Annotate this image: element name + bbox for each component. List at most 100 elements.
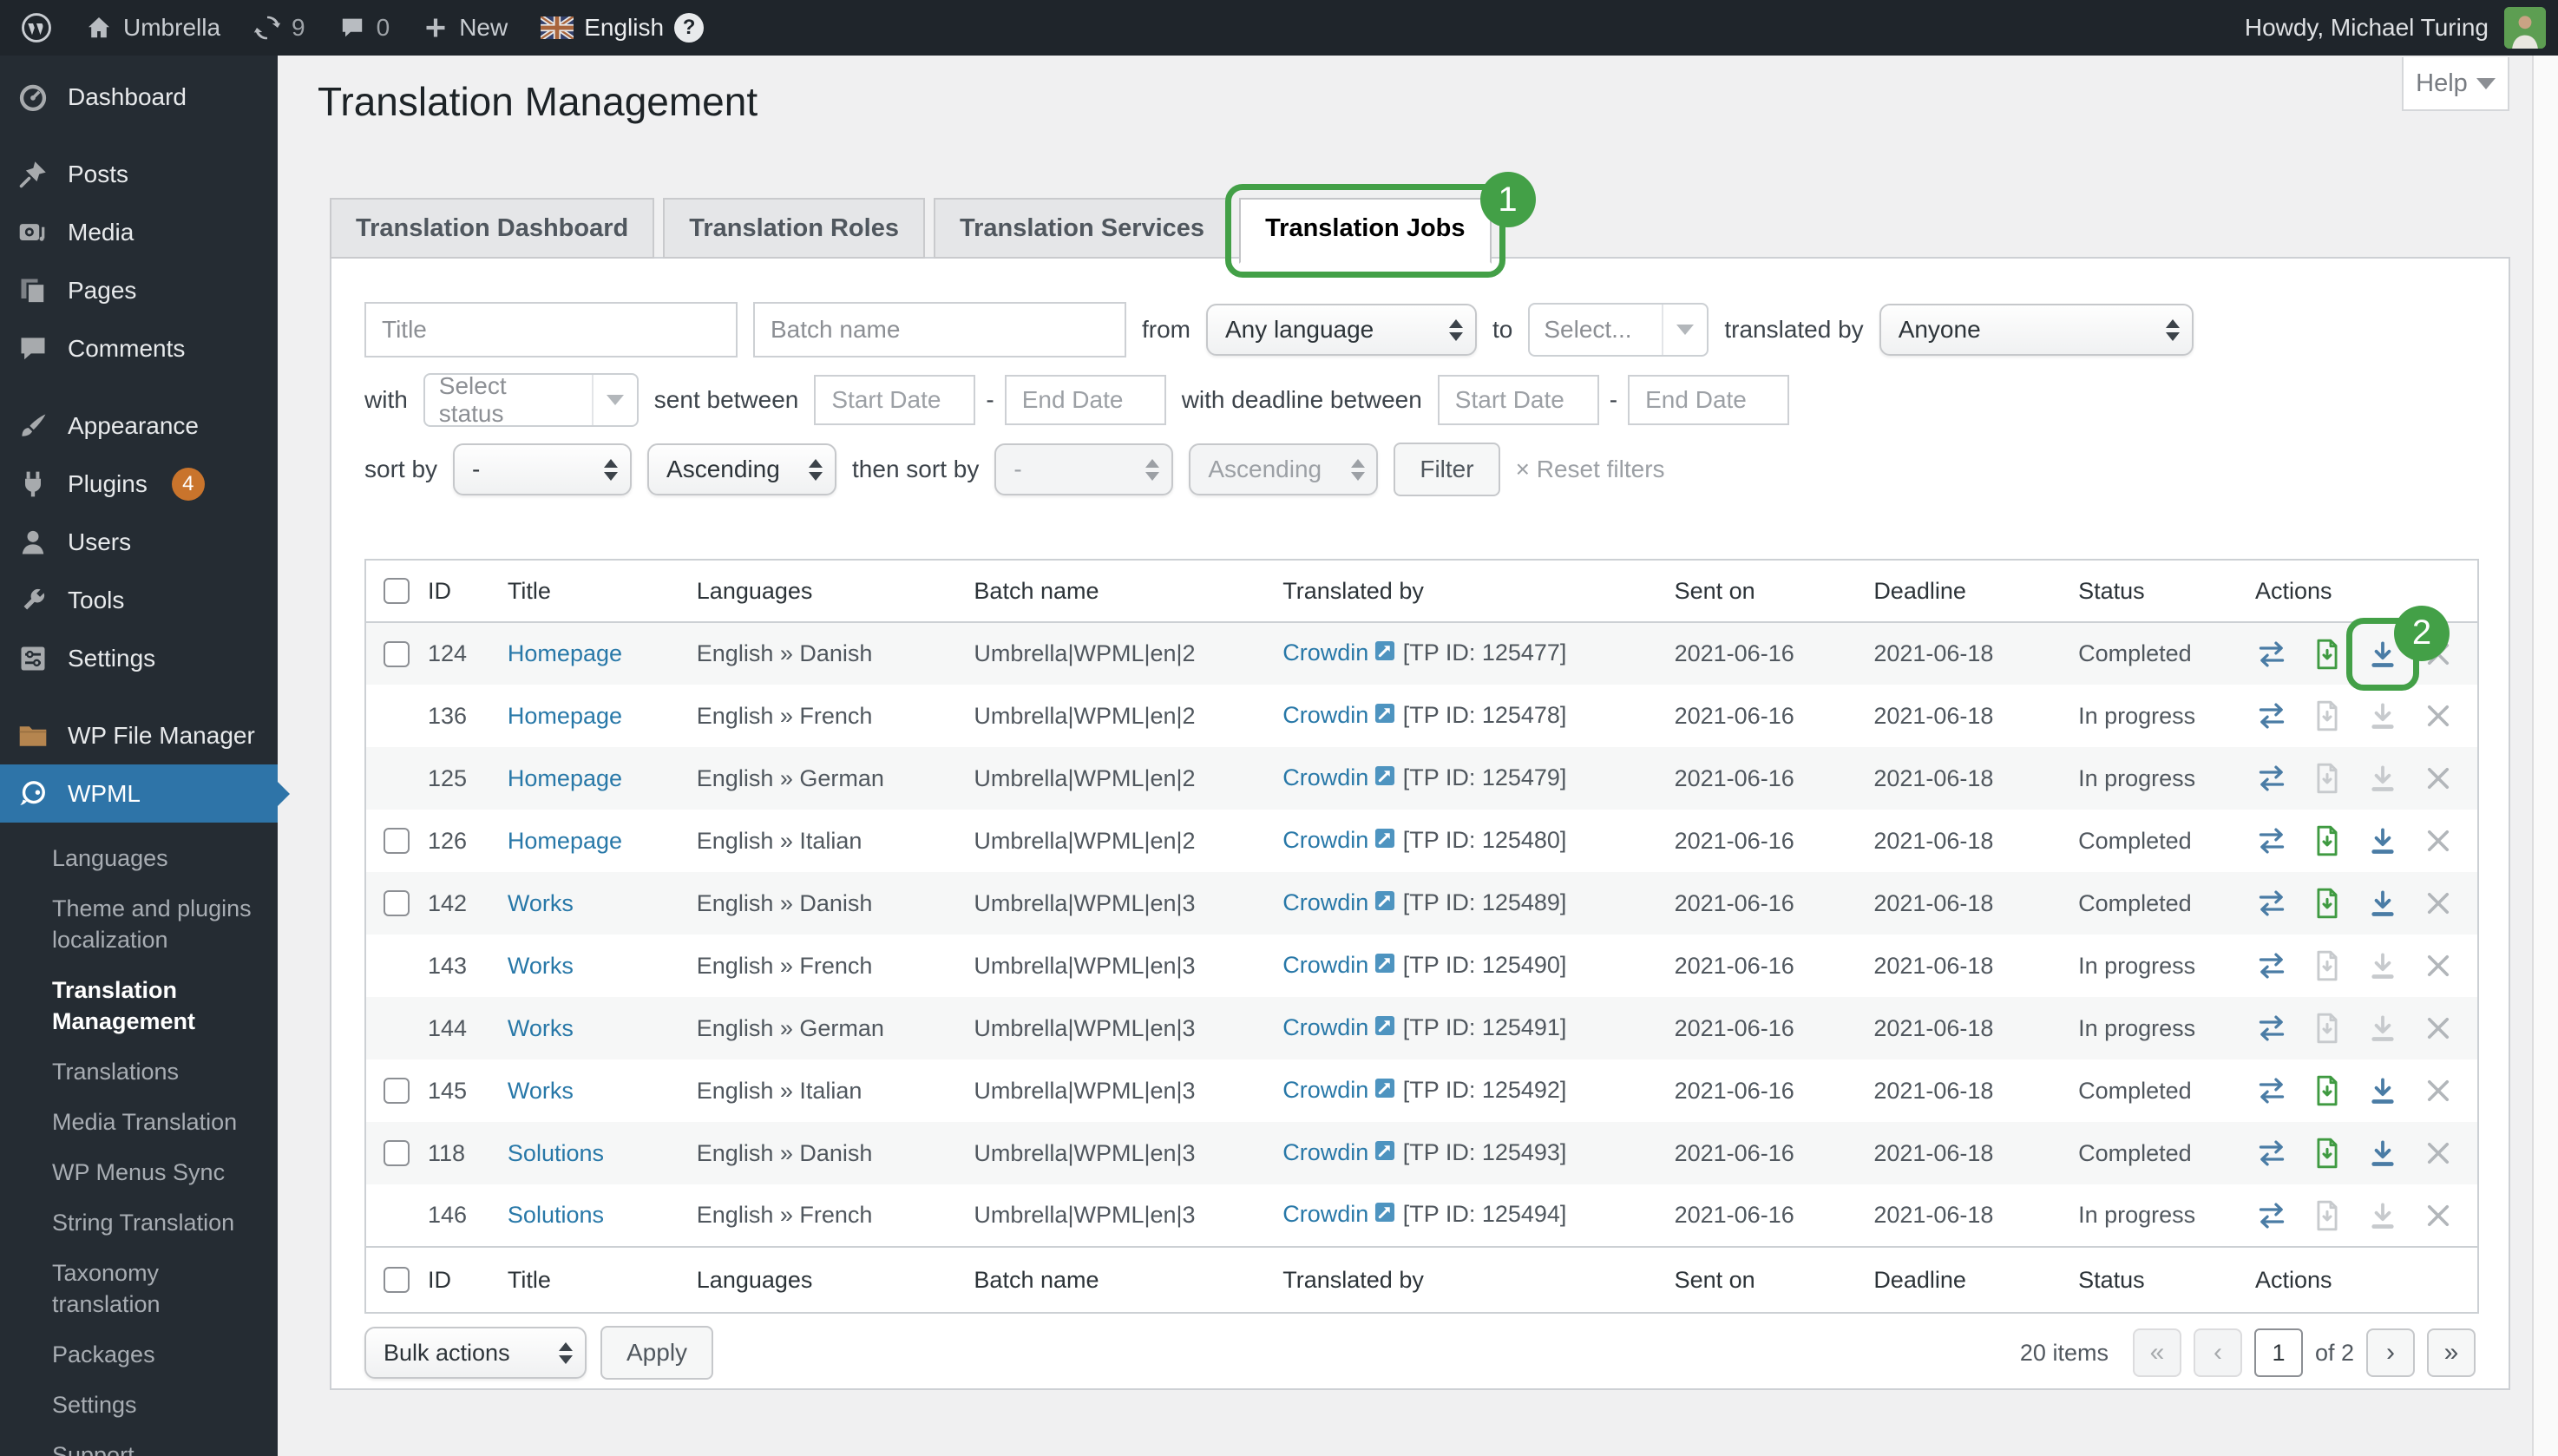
row-title-link[interactable]: Solutions xyxy=(508,1202,604,1228)
title-filter-input[interactable]: Title xyxy=(364,302,738,357)
view-translation-icon[interactable] xyxy=(2311,699,2344,732)
download-translation-icon[interactable] xyxy=(2366,949,2399,982)
tab-translation-services[interactable]: Translation Services xyxy=(934,198,1230,259)
cancel-job-icon[interactable] xyxy=(2422,1012,2455,1045)
download-translation-icon[interactable] xyxy=(2366,1074,2399,1107)
sent-end-date-input[interactable]: End Date xyxy=(1005,375,1166,425)
submenu-item-support[interactable]: Support xyxy=(52,1430,257,1456)
translator-link[interactable]: Crowdin xyxy=(1282,639,1368,666)
then-sort-by-select[interactable]: - xyxy=(994,443,1173,495)
next-page-button[interactable]: › xyxy=(2366,1328,2415,1377)
sidebar-item-comments[interactable]: Comments xyxy=(0,319,278,377)
row-title-link[interactable]: Solutions xyxy=(508,1140,604,1166)
translator-link[interactable]: Crowdin xyxy=(1282,1077,1368,1103)
download-translation-icon[interactable] xyxy=(2366,638,2399,671)
sort-by-select[interactable]: - xyxy=(453,443,632,495)
translator-link[interactable]: Crowdin xyxy=(1282,1014,1368,1040)
cancel-job-icon[interactable] xyxy=(2422,1137,2455,1170)
sent-start-date-input[interactable]: Start Date xyxy=(814,375,975,425)
view-translation-icon[interactable] xyxy=(2311,1074,2344,1107)
sync-job-icon[interactable] xyxy=(2255,699,2288,732)
sidebar-item-pages[interactable]: Pages xyxy=(0,261,278,319)
submenu-item-string-translation[interactable]: String Translation xyxy=(52,1197,257,1248)
sidebar-item-plugins[interactable]: Plugins4 xyxy=(0,455,278,513)
avatar[interactable] xyxy=(2504,7,2546,49)
tab-translation-jobs[interactable]: Translation Jobs xyxy=(1239,198,1491,264)
submenu-item-settings[interactable]: Settings xyxy=(52,1380,257,1430)
select-all-checkbox[interactable] xyxy=(384,1267,410,1293)
view-translation-icon[interactable] xyxy=(2311,824,2344,857)
sync-job-icon[interactable] xyxy=(2255,1199,2288,1232)
row-title-link[interactable]: Works xyxy=(508,890,574,916)
translator-link[interactable]: Crowdin xyxy=(1282,1139,1368,1165)
sync-job-icon[interactable] xyxy=(2255,824,2288,857)
comments-menu[interactable]: 0 xyxy=(338,14,390,42)
view-translation-icon[interactable] xyxy=(2311,1012,2344,1045)
updates-menu[interactable]: 9 xyxy=(253,14,305,42)
submenu-item-wp-menus-sync[interactable]: WP Menus Sync xyxy=(52,1147,257,1197)
sync-job-icon[interactable] xyxy=(2255,887,2288,920)
view-translation-icon[interactable] xyxy=(2311,638,2344,671)
cancel-job-icon[interactable] xyxy=(2422,1199,2455,1232)
sidebar-item-wp-file-manager[interactable]: WP File Manager xyxy=(0,706,278,764)
sync-job-icon[interactable] xyxy=(2255,638,2288,671)
cancel-job-icon[interactable] xyxy=(2422,699,2455,732)
reset-filters-link[interactable]: × Reset filters xyxy=(1516,456,1665,483)
sidebar-item-dashboard[interactable]: Dashboard xyxy=(0,68,278,126)
sidebar-item-appearance[interactable]: Appearance xyxy=(0,397,278,455)
view-translation-icon[interactable] xyxy=(2311,1199,2344,1232)
sync-job-icon[interactable] xyxy=(2255,949,2288,982)
submenu-item-theme-and-plugins-localization[interactable]: Theme and plugins localization xyxy=(52,883,257,965)
submenu-item-packages[interactable]: Packages xyxy=(52,1329,257,1380)
sidebar-item-users[interactable]: Users xyxy=(0,513,278,571)
batch-name-filter-input[interactable]: Batch name xyxy=(753,302,1126,357)
from-language-select[interactable]: Any language xyxy=(1206,304,1477,356)
translator-link[interactable]: Crowdin xyxy=(1282,952,1368,978)
view-translation-icon[interactable] xyxy=(2311,1137,2344,1170)
row-title-link[interactable]: Homepage xyxy=(508,640,622,666)
cancel-job-icon[interactable] xyxy=(2422,1074,2455,1107)
sort-order-select[interactable]: Ascending xyxy=(647,443,836,495)
sidebar-item-posts[interactable]: Posts xyxy=(0,145,278,203)
sync-job-icon[interactable] xyxy=(2255,1137,2288,1170)
status-select[interactable]: Select status xyxy=(423,373,639,427)
download-translation-icon[interactable] xyxy=(2366,824,2399,857)
current-page-input[interactable]: 1 xyxy=(2254,1328,2303,1377)
sidebar-item-wpml[interactable]: WPML xyxy=(0,764,278,823)
to-language-select[interactable]: Select... xyxy=(1528,303,1709,357)
filter-button[interactable]: Filter xyxy=(1394,443,1499,496)
sidebar-item-media[interactable]: Media xyxy=(0,203,278,261)
new-menu[interactable]: New xyxy=(423,14,508,42)
row-checkbox[interactable] xyxy=(384,641,410,667)
site-menu[interactable]: Umbrella xyxy=(85,14,220,42)
submenu-item-media-translation[interactable]: Media Translation xyxy=(52,1097,257,1147)
row-checkbox[interactable] xyxy=(384,890,410,916)
sidebar-item-settings[interactable]: Settings xyxy=(0,629,278,687)
cancel-job-icon[interactable] xyxy=(2422,949,2455,982)
help-icon[interactable]: ? xyxy=(674,13,704,43)
sync-job-icon[interactable] xyxy=(2255,762,2288,795)
row-checkbox[interactable] xyxy=(384,1140,410,1166)
bulk-actions-select[interactable]: Bulk actions xyxy=(364,1327,587,1379)
view-translation-icon[interactable] xyxy=(2311,949,2344,982)
download-translation-icon[interactable] xyxy=(2366,1199,2399,1232)
sync-job-icon[interactable] xyxy=(2255,1074,2288,1107)
row-title-link[interactable]: Homepage xyxy=(508,828,622,854)
download-translation-icon[interactable] xyxy=(2366,699,2399,732)
then-sort-order-select[interactable]: Ascending xyxy=(1189,443,1378,495)
tab-translation-dashboard[interactable]: Translation Dashboard xyxy=(330,198,654,259)
prev-page-button[interactable]: ‹ xyxy=(2194,1328,2242,1377)
howdy-label[interactable]: Howdy, Michael Turing xyxy=(2245,14,2489,42)
sync-job-icon[interactable] xyxy=(2255,1012,2288,1045)
cancel-job-icon[interactable] xyxy=(2422,824,2455,857)
submenu-item-taxonomy-translation[interactable]: Taxonomy translation xyxy=(52,1248,257,1329)
wordpress-logo-icon[interactable] xyxy=(21,12,52,43)
translated-by-select[interactable]: Anyone xyxy=(1879,304,2194,356)
submenu-item-languages[interactable]: Languages xyxy=(52,833,257,883)
download-translation-icon[interactable] xyxy=(2366,887,2399,920)
first-page-button[interactable]: « xyxy=(2133,1328,2181,1377)
help-dropdown[interactable]: Help xyxy=(2402,57,2509,111)
translator-link[interactable]: Crowdin xyxy=(1282,702,1368,728)
translator-link[interactable]: Crowdin xyxy=(1282,1201,1368,1227)
row-title-link[interactable]: Homepage xyxy=(508,765,622,791)
